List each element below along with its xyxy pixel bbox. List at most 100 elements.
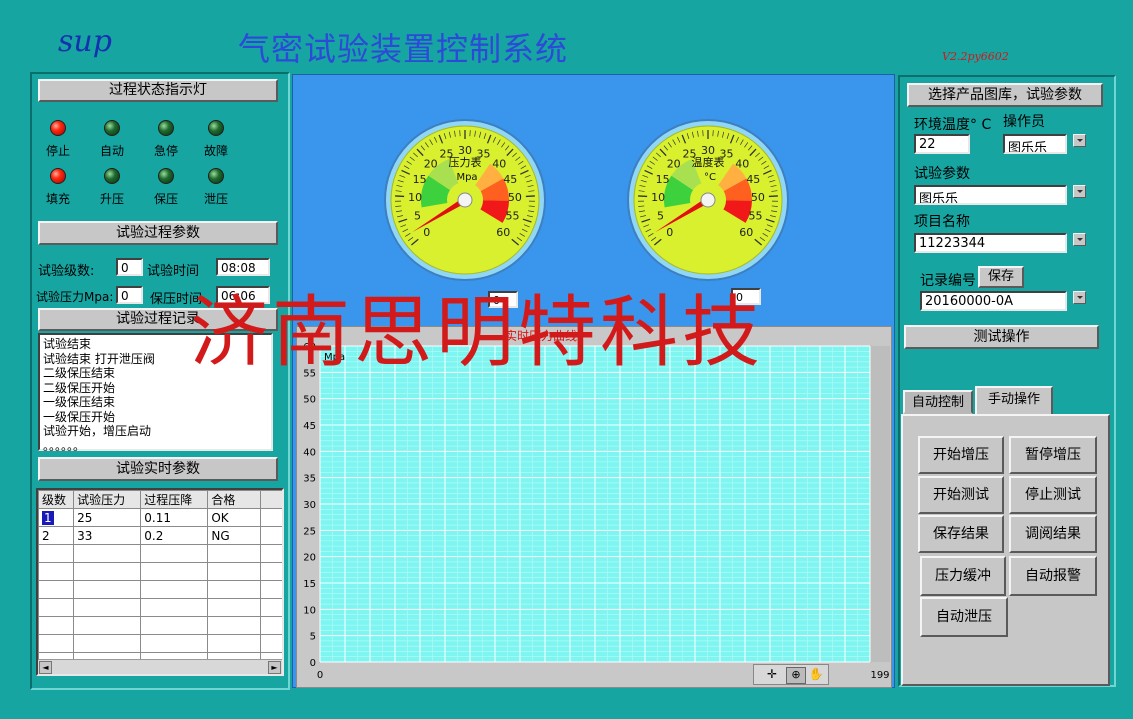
- process-log[interactable]: 试验结束 试验结束 打开泄压阀 二级保压结束 二级保压开始 一级保压结束 一级保…: [38, 333, 273, 453]
- table-cell[interactable]: NG: [207, 526, 261, 545]
- column-header[interactable]: 过程压降: [140, 490, 209, 509]
- temperature-gauge: 0510152025 30 354045505560温度表°C: [627, 119, 789, 281]
- process-log-header[interactable]: 试验过程记录: [38, 308, 278, 331]
- light-auto: [104, 120, 120, 136]
- gauge-tick-label: 0: [423, 226, 430, 239]
- time-label: 试验时间: [147, 264, 200, 279]
- release-led-icon: [208, 168, 224, 184]
- tab-auto-control[interactable]: 自动控制: [903, 390, 973, 414]
- column-header[interactable]: 试验压力: [73, 490, 142, 509]
- test-params-label: 试验参数: [914, 166, 970, 182]
- estop-led-icon: [158, 120, 174, 136]
- select-product-button[interactable]: 选择产品图库，试验参数: [907, 83, 1103, 107]
- pressure-label: 试验压力Mpa:: [36, 290, 114, 304]
- table-cell[interactable]: 33: [73, 526, 142, 545]
- gauge-tick-label: 50: [751, 191, 765, 204]
- light-fill: [50, 168, 66, 184]
- gauge-tick-label: 50: [508, 191, 522, 204]
- light-estop: [158, 120, 174, 136]
- scroll-left-icon[interactable]: ◄: [39, 661, 52, 674]
- pressure-chart: 0 5 10 15 20 25 30 35 40 45 50 55 60 0 199 Mpa 实时压力曲线: [303, 328, 890, 681]
- test-operation-button[interactable]: 测试操作: [904, 325, 1099, 349]
- project-name-label: 项目名称: [914, 214, 970, 230]
- gauge-tick-label: 20: [667, 158, 681, 171]
- y-tick-label: 35: [303, 474, 316, 485]
- test-params-dropdown-icon[interactable]: [1073, 185, 1086, 198]
- x-tick-label: 199: [870, 670, 889, 681]
- pan-hand-icon[interactable]: ✋: [808, 667, 824, 682]
- record-number-field[interactable]: 20160000-0A: [920, 291, 1067, 311]
- review-result-button[interactable]: 调阅结果: [1009, 515, 1097, 553]
- time-field[interactable]: 08:08: [216, 258, 270, 276]
- app-title: 气密试验装置控制系统: [238, 30, 569, 68]
- zoom-icon[interactable]: ⊕: [786, 667, 806, 684]
- gauge-title: 温度表: [692, 155, 725, 169]
- record-number-label: 记录编号: [920, 273, 976, 289]
- light-label: 泄压: [203, 192, 228, 206]
- horizontal-scrollbar[interactable]: ◄ ►: [38, 659, 282, 674]
- y-tick-label: 15: [303, 579, 316, 590]
- light-label: 升压: [99, 192, 124, 206]
- gauge-tick-label: 20: [424, 158, 438, 171]
- light-label: 故障: [203, 144, 228, 158]
- pause-boost-button[interactable]: 暂停增压: [1009, 436, 1097, 474]
- process-params-header[interactable]: 试验过程参数: [38, 221, 278, 245]
- boost-led-icon: [104, 168, 120, 184]
- table-cell[interactable]: 0.11: [140, 508, 209, 527]
- operator-field[interactable]: 图乐乐: [1003, 134, 1067, 154]
- project-name-dropdown-icon[interactable]: [1073, 233, 1086, 246]
- start-boost-button[interactable]: 开始增压: [918, 436, 1004, 474]
- gauge-unit: °C: [704, 172, 716, 183]
- light-release: [208, 168, 224, 184]
- fill-led-icon: [50, 168, 66, 184]
- gauge-tick-label: 45: [746, 173, 760, 186]
- y-tick-label: 40: [303, 447, 316, 458]
- ambient-temp-field[interactable]: 22: [914, 134, 970, 154]
- start-test-button[interactable]: 开始测试: [918, 476, 1004, 514]
- save-result-button[interactable]: 保存结果: [918, 515, 1004, 553]
- operator-dropdown-icon[interactable]: [1073, 134, 1086, 147]
- table-cell[interactable]: 1: [42, 510, 54, 525]
- realtime-table[interactable]: 级数 试验压力 过程压降 合格 1 25 0.11 OK 2 33 0.2 NG…: [36, 488, 284, 676]
- auto-alarm-button[interactable]: 自动报警: [1009, 556, 1097, 596]
- crosshair-icon[interactable]: ✛: [764, 667, 780, 682]
- table-cell[interactable]: 2: [38, 526, 75, 545]
- table-cell[interactable]: 0.2: [140, 526, 209, 545]
- temperature-readout[interactable]: 0: [731, 288, 761, 305]
- gauge-tick-label: 55: [748, 210, 762, 223]
- realtime-params-header[interactable]: 试验实时参数: [38, 457, 278, 481]
- project-name-field[interactable]: 11223344: [914, 233, 1067, 253]
- fault-led-icon: [208, 120, 224, 136]
- column-header[interactable]: 合格: [207, 490, 261, 509]
- scroll-right-icon[interactable]: ►: [268, 661, 281, 674]
- hold-time-field[interactable]: 06:06: [216, 286, 270, 304]
- table-cell[interactable]: OK: [207, 508, 261, 527]
- gauge-tick-label: 60: [739, 226, 753, 239]
- chart-title: 实时压力曲线: [505, 328, 577, 343]
- gauge-tick: [638, 195, 648, 198]
- table-row[interactable]: 1 25 0.11 OK: [38, 508, 282, 527]
- save-record-button[interactable]: 保存: [978, 266, 1024, 288]
- y-tick-label: 25: [303, 526, 316, 537]
- stop-led-icon: [50, 120, 66, 136]
- pressure-field[interactable]: 0: [116, 286, 143, 304]
- pressure-readout[interactable]: 0: [488, 291, 518, 308]
- test-params-field[interactable]: 图乐乐: [914, 185, 1067, 205]
- record-number-dropdown-icon[interactable]: [1073, 291, 1086, 304]
- pressure-buffer-button[interactable]: 压力缓冲: [920, 556, 1006, 596]
- gauge-unit: Mpa: [456, 172, 477, 183]
- gauge-tick: [395, 195, 405, 198]
- light-boost: [104, 168, 120, 184]
- column-header[interactable]: 级数: [38, 490, 75, 509]
- level-field[interactable]: 0: [116, 258, 143, 276]
- stop-test-button[interactable]: 停止测试: [1009, 476, 1097, 514]
- auto-led-icon: [104, 120, 120, 136]
- status-lights-header[interactable]: 过程状态指示灯: [38, 79, 278, 102]
- gauge-hub: [457, 192, 473, 208]
- table-cell[interactable]: 25: [73, 508, 142, 527]
- y-axis-label: Mpa: [324, 352, 345, 363]
- gauge-tick-label: 5: [414, 210, 421, 223]
- tab-manual-operation[interactable]: 手动操作: [975, 386, 1053, 416]
- auto-release-button[interactable]: 自动泄压: [920, 597, 1008, 637]
- table-row[interactable]: 2 33 0.2 NG: [38, 526, 282, 545]
